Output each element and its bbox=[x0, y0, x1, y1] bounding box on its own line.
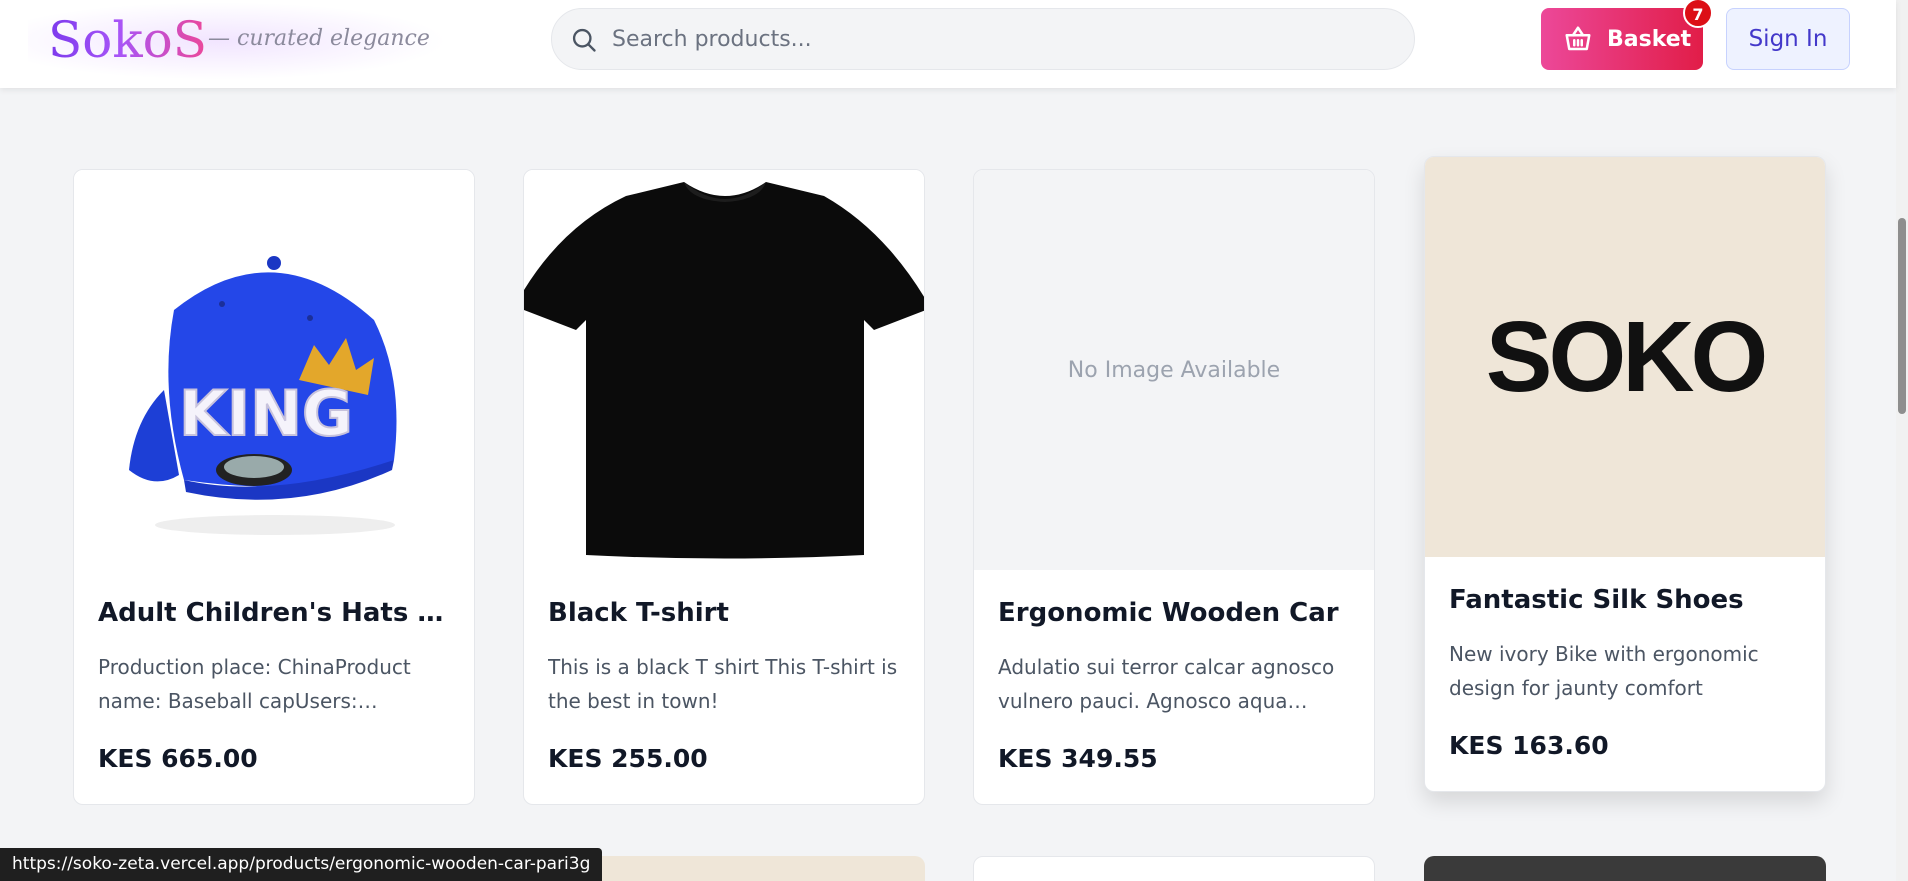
no-image-text: No Image Available bbox=[974, 170, 1374, 570]
search-bar[interactable] bbox=[551, 8, 1415, 70]
product-price: KES 349.55 bbox=[998, 744, 1158, 773]
site-tagline: — curated elegance bbox=[208, 26, 430, 51]
product-title[interactable]: Black T-shirt bbox=[548, 598, 904, 628]
product-description: Production place: ChinaProduct name: Bas… bbox=[98, 655, 411, 713]
product-title[interactable]: Fantastic Silk Shoes bbox=[1449, 585, 1805, 615]
basket-count-badge: 7 bbox=[1683, 0, 1713, 28]
product-card-next-row[interactable] bbox=[1424, 856, 1826, 881]
cap-text: KING bbox=[179, 377, 353, 450]
product-image-placeholder[interactable]: No Image Available bbox=[974, 170, 1374, 570]
basket-button[interactable]: Basket bbox=[1541, 8, 1703, 70]
tshirt-image bbox=[524, 170, 924, 570]
product-image-soko[interactable]: SOKO bbox=[1425, 157, 1825, 557]
product-title[interactable]: Adult Children's Hats Boys ... bbox=[98, 598, 454, 628]
product-image-cap[interactable]: KING bbox=[74, 170, 474, 570]
product-price: KES 163.60 bbox=[1449, 731, 1609, 760]
product-card[interactable]: Black T-shirt This is a black T shirt Th… bbox=[523, 169, 925, 805]
search-icon bbox=[572, 28, 596, 52]
product-description: New ivory Bike with ergonomic design for… bbox=[1449, 642, 1759, 700]
product-card[interactable]: No Image Available Ergonomic Wooden Car … bbox=[973, 169, 1375, 805]
site-logo[interactable]: SokoS bbox=[48, 6, 207, 74]
product-card[interactable]: SOKO Fantastic Silk Shoes New ivory Bike… bbox=[1424, 156, 1826, 792]
product-card-next-row[interactable] bbox=[973, 856, 1375, 881]
cap-image: KING bbox=[74, 170, 474, 570]
product-price: KES 665.00 bbox=[98, 744, 258, 773]
search-input[interactable] bbox=[612, 9, 1392, 69]
product-card[interactable]: KING Adult Children's Hats Boys ... Prod… bbox=[73, 169, 475, 805]
product-image-tshirt[interactable] bbox=[524, 170, 924, 570]
basket-icon bbox=[1565, 26, 1591, 51]
site-header: SokoS — curated elegance Basket 7 Sign I… bbox=[0, 0, 1896, 88]
basket-label: Basket bbox=[1607, 26, 1692, 52]
soko-image-text: SOKO bbox=[1485, 300, 1768, 413]
product-description: This is a black T shirt This T-shirt is … bbox=[548, 655, 898, 713]
sign-in-button[interactable]: Sign In bbox=[1726, 8, 1850, 70]
page-scrollbar[interactable] bbox=[1896, 0, 1908, 881]
status-bar-url: https://soko-zeta.vercel.app/products/er… bbox=[0, 848, 603, 881]
product-title[interactable]: Ergonomic Wooden Car bbox=[998, 598, 1354, 628]
scrollbar-thumb[interactable] bbox=[1898, 218, 1906, 414]
product-description: Adulatio sui terror calcar agnosco vulne… bbox=[998, 655, 1335, 713]
product-price: KES 255.00 bbox=[548, 744, 708, 773]
soko-logo-image: SOKO bbox=[1425, 157, 1825, 557]
